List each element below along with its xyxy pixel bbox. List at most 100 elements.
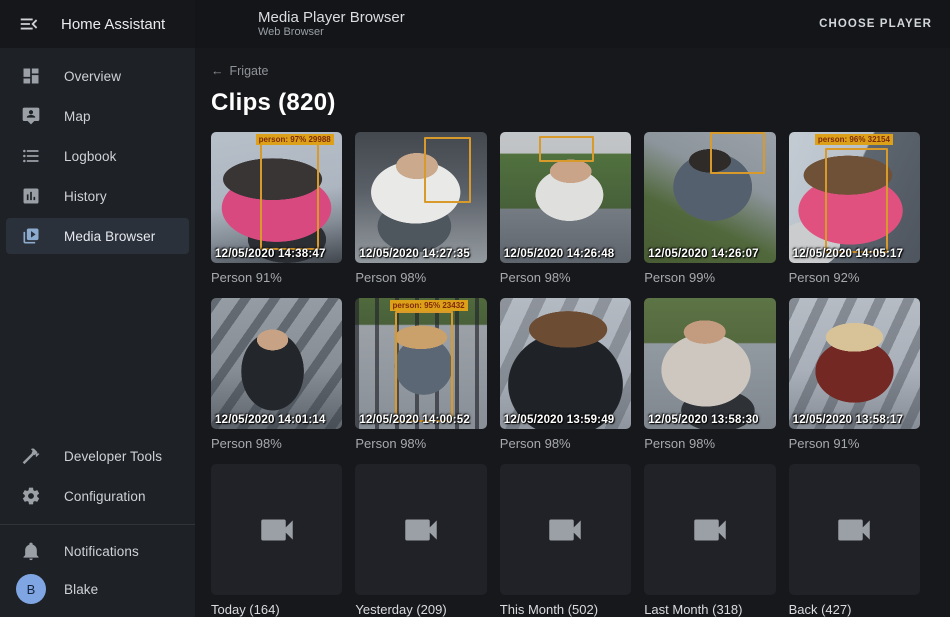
clip-thumbnail: 12/05/2020 13:58:30 bbox=[644, 298, 775, 429]
sidebar-item-label: Overview bbox=[64, 69, 121, 84]
detection-box bbox=[424, 137, 471, 203]
choose-player-button[interactable]: CHOOSE PLAYER bbox=[819, 18, 932, 30]
clip-label: Person 98% bbox=[211, 436, 342, 451]
clip-card[interactable]: person: 97% 29988 12/05/2020 14:38:47 Pe… bbox=[211, 132, 342, 285]
media-browser-icon bbox=[19, 226, 43, 246]
clip-card[interactable]: 12/05/2020 13:59:49 Person 98% bbox=[500, 298, 631, 451]
page-title: Clips (820) bbox=[211, 89, 920, 117]
breadcrumb-label: Frigate bbox=[230, 64, 269, 78]
clip-label: Person 92% bbox=[789, 270, 920, 285]
clip-label: Person 98% bbox=[500, 270, 631, 285]
detection-box bbox=[395, 311, 453, 422]
sidebar-item-user[interactable]: B Blake bbox=[6, 571, 189, 607]
detection-label: person: 97% 29988 bbox=[256, 134, 334, 145]
sidebar-item-label: Notifications bbox=[64, 544, 139, 559]
page-header-title: Media Player Browser bbox=[258, 9, 405, 26]
sidebar-item-map[interactable]: Map bbox=[6, 98, 189, 134]
clips-grid: person: 97% 29988 12/05/2020 14:38:47 Pe… bbox=[211, 132, 920, 617]
clip-thumbnail: 12/05/2020 14:26:07 bbox=[644, 132, 775, 263]
clip-label: Person 91% bbox=[211, 270, 342, 285]
user-name: Blake bbox=[64, 582, 98, 597]
clip-timestamp: 12/05/2020 14:05:17 bbox=[793, 248, 904, 260]
clip-label: Person 99% bbox=[644, 270, 775, 285]
clip-thumbnail: person: 95% 23432 12/05/2020 14:00:52 bbox=[355, 298, 486, 429]
history-chart-icon bbox=[19, 186, 43, 206]
folder-label: Today (164) bbox=[211, 602, 342, 617]
clip-label: Person 91% bbox=[789, 436, 920, 451]
folder-label: This Month (502) bbox=[500, 602, 631, 617]
sidebar-item-media-browser[interactable]: Media Browser bbox=[6, 218, 189, 254]
folder-label: Last Month (318) bbox=[644, 602, 775, 617]
detection-box bbox=[710, 132, 765, 174]
clip-thumbnail: 12/05/2020 14:26:48 bbox=[500, 132, 631, 263]
sidebar-item-label: History bbox=[64, 189, 107, 204]
clip-card[interactable]: 12/05/2020 13:58:30 Person 98% bbox=[644, 298, 775, 451]
dashboard-icon bbox=[19, 66, 43, 86]
top-app-bar: Home Assistant Media Player Browser Web … bbox=[0, 0, 950, 48]
clip-label: Person 98% bbox=[500, 436, 631, 451]
clip-card[interactable]: 12/05/2020 14:01:14 Person 98% bbox=[211, 298, 342, 451]
clip-card[interactable]: 12/05/2020 14:26:07 Person 99% bbox=[644, 132, 775, 285]
logbook-icon bbox=[19, 146, 43, 166]
folder-label: Yesterday (209) bbox=[355, 602, 486, 617]
sidebar-spacer bbox=[0, 256, 195, 436]
folder-card-last-month[interactable]: Last Month (318) bbox=[644, 464, 775, 617]
clip-thumbnail: 12/05/2020 13:58:17 bbox=[789, 298, 920, 429]
folder-thumbnail bbox=[211, 464, 342, 595]
clip-thumbnail: 12/05/2020 13:59:49 bbox=[500, 298, 631, 429]
clip-timestamp: 12/05/2020 14:27:35 bbox=[359, 248, 470, 260]
sidebar-item-notifications[interactable]: Notifications bbox=[6, 533, 189, 569]
folder-label: Back (427) bbox=[789, 602, 920, 617]
folder-card-back[interactable]: Back (427) bbox=[789, 464, 920, 617]
detection-label: person: 95% 23432 bbox=[390, 300, 468, 311]
folder-thumbnail bbox=[355, 464, 486, 595]
clip-timestamp: 12/05/2020 14:38:47 bbox=[215, 248, 326, 260]
clip-card[interactable]: 12/05/2020 14:26:48 Person 98% bbox=[500, 132, 631, 285]
gear-icon bbox=[19, 486, 43, 506]
folder-thumbnail bbox=[644, 464, 775, 595]
sidebar-item-overview[interactable]: Overview bbox=[6, 58, 189, 94]
detection-box bbox=[825, 148, 888, 253]
clip-card[interactable]: person: 95% 23432 12/05/2020 14:00:52 Pe… bbox=[355, 298, 486, 451]
sidebar-item-configuration[interactable]: Configuration bbox=[6, 478, 189, 514]
clip-card[interactable]: 12/05/2020 14:27:35 Person 98% bbox=[355, 132, 486, 285]
video-icon bbox=[256, 509, 298, 551]
detection-label: person: 96% 32154 bbox=[815, 134, 893, 145]
app-title: Home Assistant bbox=[61, 16, 165, 33]
clip-timestamp: 12/05/2020 13:58:30 bbox=[648, 414, 759, 426]
breadcrumb[interactable]: ← Frigate bbox=[211, 64, 268, 78]
sidebar-item-developer-tools[interactable]: Developer Tools bbox=[6, 438, 189, 474]
sidebar-item-logbook[interactable]: Logbook bbox=[6, 138, 189, 174]
clip-thumbnail: person: 97% 29988 12/05/2020 14:38:47 bbox=[211, 132, 342, 263]
video-icon bbox=[833, 509, 875, 551]
clip-thumbnail: 12/05/2020 14:27:35 bbox=[355, 132, 486, 263]
avatar: B bbox=[16, 574, 46, 604]
clip-timestamp: 12/05/2020 14:26:07 bbox=[648, 248, 759, 260]
clip-label: Person 98% bbox=[355, 436, 486, 451]
sidebar-item-label: Logbook bbox=[64, 149, 117, 164]
clip-timestamp: 12/05/2020 13:58:17 bbox=[793, 414, 904, 426]
back-arrow-icon: ← bbox=[211, 64, 224, 78]
sidebar-item-label: Map bbox=[64, 109, 91, 124]
map-icon bbox=[19, 106, 43, 126]
clip-timestamp: 12/05/2020 14:00:52 bbox=[359, 414, 470, 426]
menu-open-icon[interactable] bbox=[17, 12, 41, 36]
hammer-icon bbox=[19, 446, 43, 466]
clip-label: Person 98% bbox=[355, 270, 486, 285]
bell-icon bbox=[19, 541, 43, 561]
folder-card-today[interactable]: Today (164) bbox=[211, 464, 342, 617]
sidebar: Overview Map Logbook History Media Brows… bbox=[0, 48, 195, 617]
detection-box bbox=[260, 142, 319, 249]
video-icon bbox=[689, 509, 731, 551]
folder-card-yesterday[interactable]: Yesterday (209) bbox=[355, 464, 486, 617]
folder-thumbnail bbox=[500, 464, 631, 595]
clip-thumbnail: person: 96% 32154 12/05/2020 14:05:17 bbox=[789, 132, 920, 263]
video-icon bbox=[544, 509, 586, 551]
sidebar-item-history[interactable]: History bbox=[6, 178, 189, 214]
folder-card-this-month[interactable]: This Month (502) bbox=[500, 464, 631, 617]
sidebar-item-label: Media Browser bbox=[64, 229, 155, 244]
clip-card[interactable]: person: 96% 32154 12/05/2020 14:05:17 Pe… bbox=[789, 132, 920, 285]
clip-timestamp: 12/05/2020 14:01:14 bbox=[215, 414, 326, 426]
clip-card[interactable]: 12/05/2020 13:58:17 Person 91% bbox=[789, 298, 920, 451]
sidebar-header: Home Assistant bbox=[0, 0, 195, 48]
